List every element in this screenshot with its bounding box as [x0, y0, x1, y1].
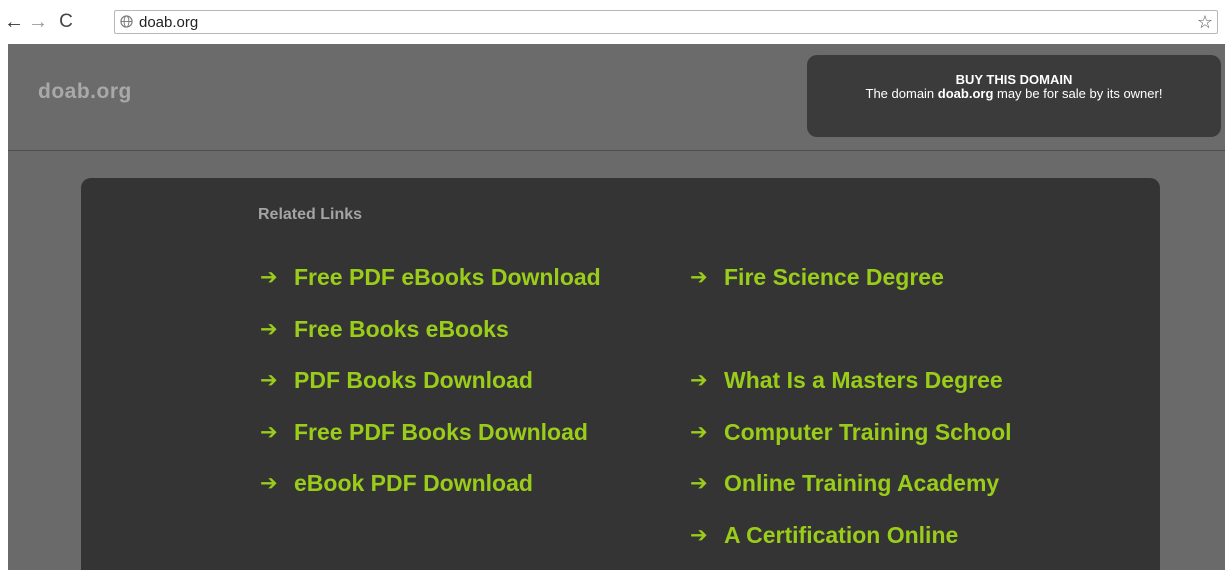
- arrow-right-icon: ➔: [260, 316, 278, 341]
- back-arrow-icon[interactable]: ←: [2, 10, 26, 34]
- reload-icon[interactable]: C: [54, 10, 78, 34]
- related-links-left-column: ➔ Free PDF eBooks Download ➔ Free Books eB…: [258, 252, 688, 510]
- related-link-label: Free PDF eBooks Download: [294, 264, 601, 290]
- site-title[interactable]: doab.org: [38, 80, 132, 104]
- related-link[interactable]: ➔ eBook PDF Download: [258, 458, 688, 510]
- related-link[interactable]: ➔ Free PDF Books Download: [258, 407, 688, 459]
- buy-domain-title: BUY THIS DOMAIN: [955, 72, 1073, 87]
- address-bar[interactable]: doab.org ☆: [114, 10, 1218, 34]
- related-link-label: PDF Books Download: [294, 367, 533, 393]
- buy-text-suffix: may be for sale by its owner!: [993, 86, 1163, 101]
- related-link-label: eBook PDF Download: [294, 470, 533, 496]
- related-link-label: Free Books eBooks: [294, 315, 509, 342]
- buy-domain-box[interactable]: BUY THIS DOMAIN The domain doab.org may …: [807, 55, 1221, 137]
- arrow-right-icon: ➔: [690, 419, 708, 444]
- arrow-right-icon: ➔: [690, 265, 708, 289]
- page-header: doab.org BUY THIS DOMAIN The domain doab…: [8, 44, 1225, 151]
- related-link-label: Free PDF Books Download: [294, 418, 588, 445]
- arrow-right-icon: ➔: [690, 368, 708, 392]
- arrow-right-icon: ➔: [260, 368, 278, 392]
- page-viewport: doab.org BUY THIS DOMAIN The domain doab…: [8, 44, 1225, 570]
- related-link-label: A Certification Online: [724, 521, 959, 548]
- arrow-right-icon: ➔: [260, 471, 278, 495]
- browser-toolbar: ← → C doab.org ☆: [0, 0, 1225, 44]
- related-link[interactable]: ➔ PDF Books Download: [258, 355, 688, 407]
- related-links-right-column: ➔ Fire Science Degree ➔ What Is a Masters …: [688, 252, 1148, 561]
- globe-icon: [120, 15, 133, 28]
- related-link-label: Online Training Academy: [724, 470, 1000, 496]
- buy-text-domain: doab.org: [937, 86, 994, 101]
- related-link-label: Computer Training School: [724, 418, 1012, 445]
- related-links-heading: Related Links: [258, 206, 363, 223]
- related-link[interactable]: ➔ Free Books eBooks: [258, 304, 688, 356]
- related-link[interactable]: ➔ Computer Training School: [688, 407, 1148, 459]
- related-link[interactable]: ➔ What Is a Masters Degree: [688, 355, 1148, 407]
- related-link[interactable]: ➔ Free PDF eBooks Download: [258, 252, 688, 304]
- url-text: doab.org: [139, 14, 199, 31]
- arrow-right-icon: ➔: [690, 471, 708, 495]
- arrow-right-icon: ➔: [260, 265, 278, 289]
- related-links-box: Related Links ➔ Free PDF eBooks Download …: [81, 178, 1160, 570]
- related-link-label: Fire Science Degree: [724, 264, 944, 290]
- arrow-right-icon: ➔: [260, 419, 278, 444]
- bookmark-star-icon[interactable]: ☆: [1197, 12, 1213, 32]
- related-link[interactable]: ➔ Fire Science Degree: [688, 252, 1148, 304]
- related-link[interactable]: ➔ Online Training Academy: [688, 458, 1148, 510]
- arrow-right-icon: ➔: [690, 522, 708, 547]
- forward-arrow-icon[interactable]: →: [26, 10, 50, 34]
- related-link-label: What Is a Masters Degree: [724, 367, 1003, 393]
- buy-text-prefix: The domain: [865, 86, 938, 101]
- buy-domain-text: The domain doab.org may be for sale by i…: [807, 87, 1221, 101]
- related-link[interactable]: ➔ A Certification Online: [688, 510, 1148, 562]
